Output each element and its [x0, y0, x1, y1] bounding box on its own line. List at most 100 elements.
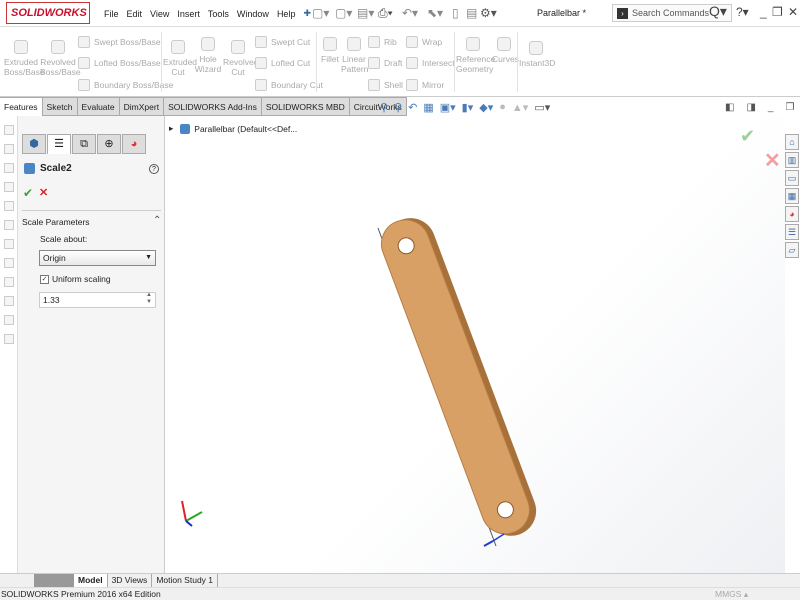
tab-3d-views[interactable]: 3D Views	[108, 574, 153, 587]
rib-button[interactable]: Rib	[368, 36, 397, 48]
menu-edit[interactable]: Edit	[127, 9, 143, 19]
tab-scroll-arrows[interactable]	[34, 574, 74, 587]
tool-icon[interactable]	[4, 296, 14, 306]
save-icon[interactable]: ▤▾	[357, 6, 374, 20]
extruded-cut-button[interactable]: Extruded Cut	[163, 40, 197, 77]
intersect-button[interactable]: Intersect	[406, 57, 455, 69]
viewport-restore-button[interactable]: ❐	[785, 102, 794, 113]
tool-icon[interactable]	[4, 125, 14, 135]
tool-icon[interactable]	[4, 144, 14, 154]
lofted-boss-button[interactable]: Lofted Boss/Base	[78, 57, 161, 69]
zoom-area-icon[interactable]: ⚲	[394, 101, 402, 114]
graphics-area[interactable]: ▸ Parallelbar (Default<<Def... ✔ ✕	[166, 116, 785, 573]
hide-show-icon[interactable]: ◆▾	[479, 101, 493, 114]
file-explorer-icon[interactable]: ▭	[785, 170, 799, 186]
fillet-button[interactable]: Fillet	[320, 37, 340, 64]
tool-icon[interactable]	[4, 201, 14, 211]
display-manager-tab[interactable]: ◕	[122, 134, 146, 154]
pin-icon[interactable]: ✚	[303, 8, 311, 19]
section-view-icon[interactable]: ▦	[423, 101, 433, 114]
tab-addins[interactable]: SOLIDWORKS Add-Ins	[164, 97, 262, 116]
tab-model[interactable]: Model	[74, 574, 108, 587]
tool-icon[interactable]	[4, 315, 14, 325]
print-icon[interactable]: ⎙▾	[378, 6, 393, 21]
units-selector[interactable]: MMGS ▴	[715, 588, 748, 600]
forum-icon[interactable]: ▱	[785, 242, 799, 258]
design-library-icon[interactable]: ▥	[785, 152, 799, 168]
restore-button[interactable]: ❐	[772, 5, 783, 19]
property-manager-tab[interactable]: ☰	[47, 134, 71, 154]
uniform-scaling-checkbox[interactable]: ✓ Uniform scaling	[40, 274, 111, 284]
tool-icon[interactable]	[4, 258, 14, 268]
scene-icon[interactable]: ▲▾	[512, 101, 528, 114]
close-button[interactable]: ✕	[788, 5, 798, 19]
search-icon[interactable]: Q▾	[709, 3, 727, 20]
tool-icon[interactable]	[4, 334, 14, 344]
tab-dimxpert[interactable]: DimXpert	[119, 97, 165, 116]
viewport-minimize-button[interactable]: _	[768, 102, 774, 113]
scale-factor-input[interactable]: 1.33	[39, 292, 156, 308]
previous-view-icon[interactable]: ↶	[408, 101, 417, 114]
help-icon[interactable]: ?	[149, 164, 159, 174]
rebuild-icon[interactable]: ▯	[452, 6, 459, 20]
ok-button[interactable]: ✔	[23, 186, 33, 200]
feature-manager-tab[interactable]: ⬢	[22, 134, 46, 154]
boundary-cut-button[interactable]: Boundary Cut	[255, 79, 323, 91]
display-style-icon[interactable]: ▮▾	[462, 101, 474, 114]
tool-icon[interactable]	[4, 163, 14, 173]
reference-geometry-button[interactable]: Reference Geometry	[456, 37, 495, 74]
extruded-boss-button[interactable]: Extruded Boss/Base	[4, 40, 45, 77]
help-icon[interactable]: ?▾	[736, 5, 749, 19]
configuration-manager-tab[interactable]: ⧉	[72, 134, 96, 154]
open-icon[interactable]: ▢▾	[335, 6, 352, 20]
tool-icon[interactable]	[4, 277, 14, 287]
zoom-to-fit-icon[interactable]: ⚲	[380, 101, 388, 114]
minimize-button[interactable]: _	[760, 5, 767, 19]
linear-pattern-button[interactable]: Linear Pattern	[341, 37, 368, 74]
revolved-boss-button[interactable]: Revolved Boss/Base	[40, 40, 81, 77]
menu-insert[interactable]: Insert	[177, 9, 200, 19]
split-right-icon[interactable]: ◨	[746, 102, 755, 113]
wrap-button[interactable]: Wrap	[406, 36, 442, 48]
boundary-boss-button[interactable]: Boundary Boss/Base	[78, 79, 173, 91]
hole-wizard-button[interactable]: Hole Wizard	[194, 37, 222, 74]
appearances-icon[interactable]: ◕	[785, 206, 799, 222]
shell-button[interactable]: Shell	[368, 79, 403, 91]
tab-sketch[interactable]: Sketch	[42, 97, 78, 116]
custom-properties-icon[interactable]: ☰	[785, 224, 799, 240]
menu-view[interactable]: View	[150, 9, 169, 19]
tool-icon[interactable]	[4, 220, 14, 230]
file-properties-icon[interactable]: ▤	[466, 6, 477, 20]
appearance-icon[interactable]: ●	[499, 101, 506, 114]
select-icon[interactable]: ⬉▾	[427, 6, 443, 20]
swept-cut-button[interactable]: Swept Cut	[255, 36, 310, 48]
view-palette-icon[interactable]: ▦	[785, 188, 799, 204]
collapse-chevron-icon[interactable]: ⌃	[153, 215, 161, 226]
revolved-cut-button[interactable]: Revolved Cut	[223, 40, 258, 77]
undo-icon[interactable]: ↶▾	[402, 6, 418, 20]
mirror-button[interactable]: Mirror	[406, 79, 444, 91]
view-orientation-icon[interactable]: ▣▾	[440, 101, 456, 114]
tab-evaluate[interactable]: Evaluate	[77, 97, 120, 116]
tab-mbd[interactable]: SOLIDWORKS MBD	[261, 97, 350, 116]
view-settings-icon[interactable]: ▭▾	[534, 101, 550, 114]
draft-button[interactable]: Draft	[368, 57, 402, 69]
parallel-bar-part[interactable]	[375, 211, 544, 545]
new-icon[interactable]: ▢▾	[312, 6, 329, 20]
cancel-button[interactable]: ✕	[39, 186, 48, 199]
menu-file[interactable]: File	[104, 9, 119, 19]
menu-tools[interactable]: Tools	[208, 9, 229, 19]
split-left-icon[interactable]: ◧	[725, 102, 734, 113]
scale-about-select[interactable]: Origin ▼	[39, 250, 156, 266]
swept-boss-button[interactable]: Swept Boss/Base	[78, 36, 161, 48]
menu-window[interactable]: Window	[237, 9, 269, 19]
home-icon[interactable]: ⌂	[785, 134, 799, 150]
instant3d-button[interactable]: Instant3D	[519, 41, 555, 68]
curves-button[interactable]: Curves	[492, 37, 519, 64]
tab-features[interactable]: Features	[0, 97, 43, 116]
scale-factor-spinner[interactable]: ▲ ▼	[146, 292, 152, 306]
tool-icon[interactable]	[4, 182, 14, 192]
lofted-cut-button[interactable]: Lofted Cut	[255, 57, 310, 69]
tool-icon[interactable]	[4, 239, 14, 249]
menu-help[interactable]: Help	[277, 9, 296, 19]
